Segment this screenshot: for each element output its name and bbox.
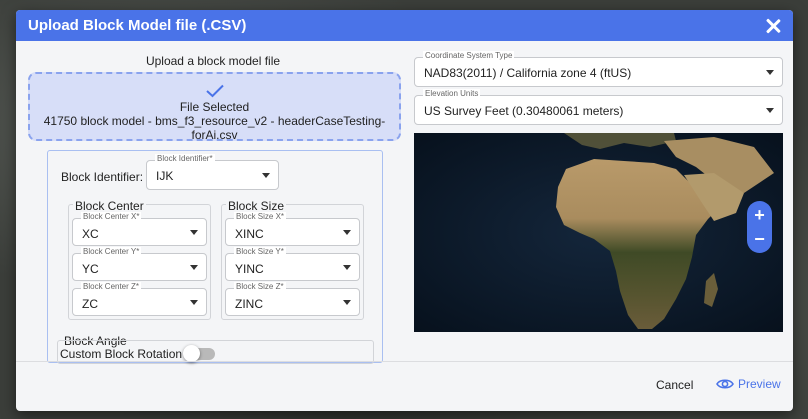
coordinate-system-value: NAD83(2011) / California zone 4 (ftUS) — [424, 66, 632, 80]
zoom-control: + − — [747, 201, 772, 253]
block-config-panel: Block Identifier: Block Identifier* IJK … — [47, 150, 383, 364]
block-size-z-select[interactable]: Block Size Z* ZINC — [225, 282, 360, 316]
chevron-down-icon — [343, 265, 351, 270]
coordinate-system-select[interactable]: Coordinate System Type NAD83(2011) / Cal… — [414, 51, 783, 87]
zoom-in-button[interactable]: + — [747, 203, 772, 227]
block-size-z-label: Block Size Z* — [234, 282, 286, 292]
block-size-y-select[interactable]: Block Size Y* YINC — [225, 247, 360, 281]
block-center-x-value: XC — [82, 227, 99, 241]
block-center-x-select[interactable]: Block Center X* XC — [72, 212, 207, 246]
chevron-down-icon — [766, 108, 774, 113]
chevron-down-icon — [190, 300, 198, 305]
block-size-group: Block Size Block Size X* XINC Block Size… — [221, 199, 364, 320]
chevron-down-icon — [190, 265, 198, 270]
block-identifier-select[interactable]: Block Identifier* IJK — [146, 154, 279, 190]
block-size-x-label: Block Size X* — [234, 212, 287, 222]
block-size-title: Block Size — [226, 199, 287, 213]
block-center-y-select[interactable]: Block Center Y* YC — [72, 247, 207, 281]
zoom-out-button[interactable]: − — [747, 227, 772, 251]
chevron-down-icon — [343, 300, 351, 305]
preview-button[interactable]: Preview — [716, 377, 781, 391]
chevron-down-icon — [190, 230, 198, 235]
cancel-button[interactable]: Cancel — [656, 378, 693, 392]
file-dropzone[interactable]: File Selected 41750 block model - bms_f3… — [28, 72, 401, 142]
map-view[interactable]: + − — [414, 133, 783, 332]
elevation-units-select[interactable]: Elevation Units US Survey Feet (0.304800… — [414, 89, 783, 125]
coordinate-system-label: Coordinate System Type — [423, 51, 515, 61]
preview-label: Preview — [738, 377, 781, 391]
upload-dialog: Upload Block Model file (.CSV) Upload a … — [16, 10, 793, 411]
block-size-z-value: ZINC — [235, 297, 263, 311]
block-center-z-select[interactable]: Block Center Z* ZC — [72, 282, 207, 316]
file-status: File Selected — [179, 100, 250, 114]
upload-label: Upload a block model file — [145, 54, 281, 68]
close-icon[interactable] — [765, 18, 781, 34]
toggle-knob — [183, 345, 200, 362]
custom-rotation-label: Custom Block Rotation — [60, 347, 183, 361]
custom-rotation-toggle[interactable] — [183, 345, 215, 362]
block-size-x-select[interactable]: Block Size X* XINC — [225, 212, 360, 246]
block-size-y-label: Block Size Y* — [234, 247, 286, 257]
block-center-title: Block Center — [73, 199, 146, 213]
block-center-z-value: ZC — [82, 297, 98, 311]
block-center-z-label: Block Center Z* — [81, 282, 142, 292]
block-center-y-label: Block Center Y* — [81, 247, 142, 257]
block-identifier-value: IJK — [156, 169, 174, 183]
block-center-x-label: Block Center X* — [81, 212, 142, 222]
block-center-y-value: YC — [82, 262, 99, 276]
block-size-y-value: YINC — [235, 262, 264, 276]
check-icon — [205, 84, 224, 98]
block-center-group: Block Center Block Center X* XC Block Ce… — [68, 199, 211, 320]
file-name: 41750 block model - bms_f3_resource_v2 -… — [43, 114, 386, 142]
elevation-units-label: Elevation Units — [423, 89, 481, 99]
chevron-down-icon — [766, 70, 774, 75]
block-identifier-label: Block Identifier: — [61, 170, 144, 184]
africa-satellite-map — [414, 133, 783, 332]
dialog-title: Upload Block Model file (.CSV) — [28, 17, 247, 34]
block-identifier-field-label: Block Identifier* — [155, 154, 215, 164]
block-size-x-value: XINC — [235, 227, 264, 241]
eye-icon — [716, 379, 734, 389]
elevation-units-value: US Survey Feet (0.30480061 meters) — [424, 104, 624, 118]
chevron-down-icon — [343, 230, 351, 235]
chevron-down-icon — [262, 173, 270, 178]
dialog-titlebar: Upload Block Model file (.CSV) — [16, 10, 793, 41]
footer-divider — [16, 361, 793, 362]
